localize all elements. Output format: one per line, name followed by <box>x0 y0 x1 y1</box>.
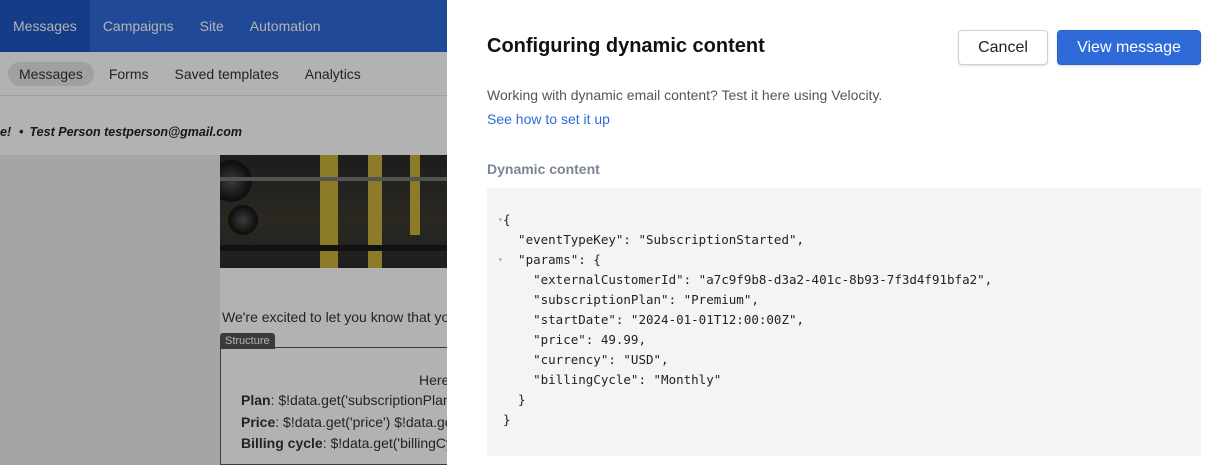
drawer-description: Working with dynamic email content? Test… <box>487 87 883 103</box>
dynamic-content-label: Dynamic content <box>487 161 600 177</box>
code-text: "startDate": "2024-01-01T12:00:00Z", <box>503 312 805 327</box>
code-lines: ▾{ "eventTypeKey": "SubscriptionStarted"… <box>487 210 1201 430</box>
code-text: { <box>503 212 511 227</box>
dynamic-content-editor[interactable]: ▾{ "eventTypeKey": "SubscriptionStarted"… <box>487 188 1201 456</box>
code-text: "price": 49.99, <box>503 332 646 347</box>
modal-backdrop[interactable] <box>0 0 447 465</box>
view-message-button[interactable]: View message <box>1057 30 1201 65</box>
code-text: "externalCustomerId": "a7c9f9b8-d3a2-401… <box>503 272 993 287</box>
code-line: "price": 49.99, <box>487 330 1201 350</box>
dynamic-content-drawer: Configuring dynamic content Cancel View … <box>447 0 1228 465</box>
code-line: } <box>487 410 1201 430</box>
code-text: "currency": "USD", <box>503 352 669 367</box>
cancel-button[interactable]: Cancel <box>958 30 1048 65</box>
code-text: "billingCycle": "Monthly" <box>503 372 722 387</box>
setup-help-link[interactable]: See how to set it up <box>487 111 610 127</box>
code-text: } <box>503 392 526 407</box>
code-line: "subscriptionPlan": "Premium", <box>487 290 1201 310</box>
code-line: ▾{ <box>487 210 1201 230</box>
code-line: "eventTypeKey": "SubscriptionStarted", <box>487 230 1201 250</box>
code-line: "externalCustomerId": "a7c9f9b8-d3a2-401… <box>487 270 1201 290</box>
code-text: "subscriptionPlan": "Premium", <box>503 292 759 307</box>
code-text: "eventTypeKey": "SubscriptionStarted", <box>503 232 805 247</box>
code-line: "currency": "USD", <box>487 350 1201 370</box>
drawer-title: Configuring dynamic content <box>487 35 765 57</box>
code-text: "params": { <box>503 252 601 267</box>
code-line: "billingCycle": "Monthly" <box>487 370 1201 390</box>
code-line: } <box>487 390 1201 410</box>
code-line: ▾ "params": { <box>487 250 1201 270</box>
code-text: } <box>503 412 511 427</box>
code-line: "startDate": "2024-01-01T12:00:00Z", <box>487 310 1201 330</box>
